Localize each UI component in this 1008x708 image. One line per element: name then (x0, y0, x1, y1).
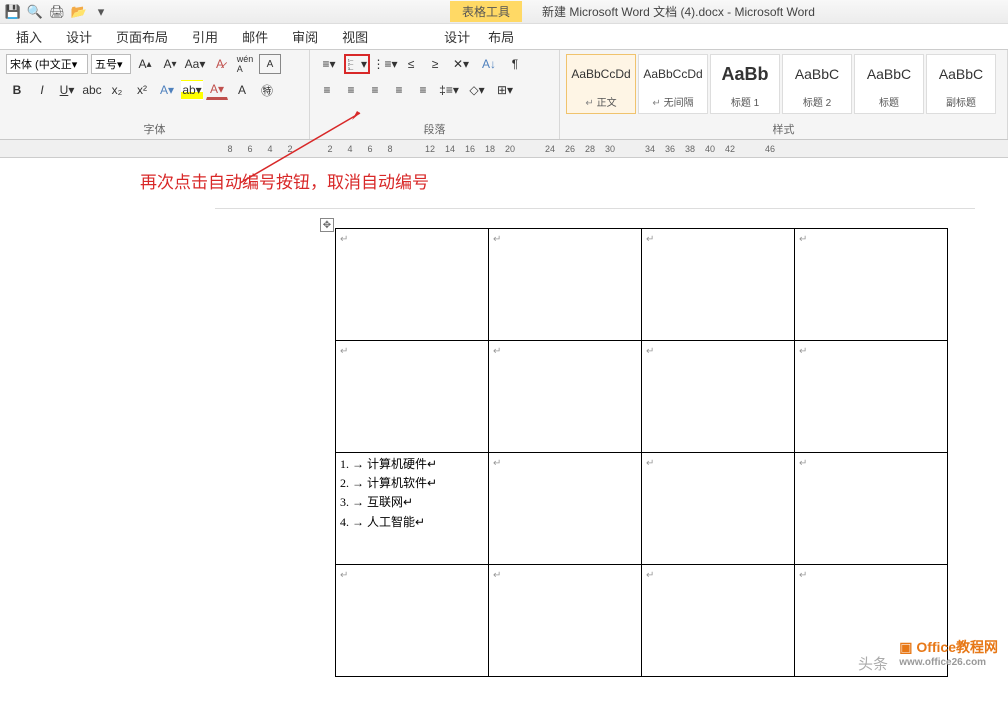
change-case-button[interactable]: Aa▾ (184, 54, 206, 74)
table-cell[interactable]: ↵ (795, 341, 948, 453)
tab-insert[interactable]: 插入 (16, 27, 42, 46)
tab-view[interactable]: 视图 (342, 27, 368, 46)
table-row: ↵ ↵ ↵ ↵ (336, 565, 948, 677)
tab-review[interactable]: 审阅 (292, 27, 318, 46)
table-cell[interactable]: ↵ (336, 229, 489, 341)
tab-references[interactable]: 引用 (192, 27, 218, 46)
table-cell[interactable]: ↵ (642, 453, 795, 565)
styles-gallery[interactable]: AaBbCcDd 正文 AaBbCcDd 无间隔 AaBb 标题 1 AaBbC… (566, 54, 1001, 114)
watermark-office: ▣ Office教程网 www.office26.com (899, 637, 998, 668)
table-cell[interactable]: ↵ (642, 341, 795, 453)
tab-design[interactable]: 设计 (66, 27, 92, 46)
borders-button[interactable]: ⊞▾ (492, 80, 518, 100)
align-left-button[interactable]: ≡ (316, 80, 338, 100)
font-group: 宋体 (中文正▾ 五号▾ A▴ A▾ Aa▾ A̷ wénA A B I U▾ … (0, 50, 310, 139)
table-cell[interactable]: ↵ (795, 229, 948, 341)
numbering-button[interactable]: 1—2—3—▾ (344, 54, 370, 74)
increase-indent-button[interactable]: ≥ (424, 54, 446, 74)
justify-button[interactable]: ≡ (388, 80, 410, 100)
shrink-font-button[interactable]: A▾ (159, 54, 181, 74)
table-tools-label: 表格工具 (450, 1, 522, 22)
enclose-characters-button[interactable]: ㊕ (256, 80, 278, 100)
align-right-button[interactable]: ≡ (364, 80, 386, 100)
style-subtitle[interactable]: AaBbC 副标题 (926, 54, 996, 114)
table-cell-with-list[interactable]: 1. → 计算机硬件↵ 2. → 计算机软件↵ 3. → 互联网↵ 4. → 人… (336, 453, 489, 565)
svg-text:2—: 2— (348, 63, 354, 67)
strikethrough-button[interactable]: abc (81, 80, 103, 100)
show-hide-button[interactable]: ¶ (504, 54, 526, 74)
asian-layout-button[interactable]: ✕▾ (448, 54, 474, 74)
line-spacing-button[interactable]: ‡≡▾ (436, 80, 462, 100)
table-cell[interactable]: ↵ (336, 565, 489, 677)
table-cell[interactable]: ↵ (489, 229, 642, 341)
phonetic-guide-button[interactable]: wénA (234, 54, 256, 74)
align-center-button[interactable]: ≡ (340, 80, 362, 100)
annotation-text: 再次点击自动编号按钮，取消自动编号 (140, 168, 429, 193)
table-cell[interactable]: ↵ (795, 453, 948, 565)
table-move-handle-icon[interactable]: ✥ (320, 218, 334, 232)
underline-button[interactable]: U▾ (56, 80, 78, 100)
watermark-toutiao: 头条 (858, 653, 888, 674)
table-cell[interactable]: ↵ (642, 565, 795, 677)
grow-font-button[interactable]: A▴ (134, 54, 156, 74)
table-cell[interactable]: ↵ (336, 341, 489, 453)
tab-pagelayout[interactable]: 页面布局 (116, 27, 168, 46)
table-cell[interactable]: ↵ (642, 229, 795, 341)
text-effects-button[interactable]: A▾ (156, 80, 178, 100)
tab-table-design[interactable]: 设计 (444, 27, 470, 46)
superscript-button[interactable]: x² (131, 80, 153, 100)
bold-button[interactable]: B (6, 80, 28, 100)
title-bar: 💾 🔍 🖨 📂 ▾ 表格工具 新建 Microsoft Word 文档 (4).… (0, 0, 1008, 24)
open-icon[interactable]: 📂 (70, 3, 88, 21)
print-preview-icon[interactable]: 🔍 (26, 3, 44, 21)
style-heading2[interactable]: AaBbC 标题 2 (782, 54, 852, 114)
ribbon: 宋体 (中文正▾ 五号▾ A▴ A▾ Aa▾ A̷ wénA A B I U▾ … (0, 50, 1008, 140)
table-cell[interactable]: ↵ (489, 565, 642, 677)
character-border-button[interactable]: A (259, 54, 281, 74)
quick-access-toolbar: 💾 🔍 🖨 📂 ▾ (4, 3, 110, 21)
style-heading1[interactable]: AaBb 标题 1 (710, 54, 780, 114)
font-size-combo[interactable]: 五号▾ (91, 54, 131, 74)
table-row: ↵ ↵ ↵ ↵ (336, 341, 948, 453)
bullets-button[interactable]: ≡▾ (316, 54, 342, 74)
table-row: ↵ ↵ ↵ ↵ (336, 229, 948, 341)
table-cell[interactable]: ↵ (489, 341, 642, 453)
svg-text:1—: 1— (348, 58, 354, 62)
shading-button[interactable]: ◇▾ (464, 80, 490, 100)
paragraph-group-label: 段落 (310, 121, 559, 137)
subscript-button[interactable]: x₂ (106, 80, 128, 100)
document-area[interactable]: 再次点击自动编号按钮，取消自动编号 ✥ ↵ ↵ ↵ ↵ ↵ ↵ ↵ ↵ 1. →… (0, 158, 1008, 686)
styles-group-label: 样式 (560, 121, 1007, 137)
paragraph-group: ≡▾ 1—2—3—▾ ⋮≡▾ ≤ ≥ ✕▾ A↓ ¶ ≡ ≡ ≡ ≡ ≡ ‡≡▾… (310, 50, 560, 139)
qat-dropdown-icon[interactable]: ▾ (92, 3, 110, 21)
svg-text:3—: 3— (348, 67, 354, 71)
table-cell[interactable]: ↵ (489, 453, 642, 565)
sort-button[interactable]: A↓ (476, 54, 502, 74)
font-group-label: 字体 (0, 121, 309, 137)
clear-formatting-button[interactable]: A̷ (209, 54, 231, 74)
font-color-button[interactable]: A▾ (206, 80, 228, 100)
ribbon-tabs: 插入 设计 页面布局 引用 邮件 审阅 视图 设计 布局 (0, 24, 1008, 50)
highlight-button[interactable]: ab▾ (181, 80, 203, 100)
distributed-button[interactable]: ≡ (412, 80, 434, 100)
print-icon[interactable]: 🖨 (48, 3, 66, 21)
multilevel-list-button[interactable]: ⋮≡▾ (372, 54, 398, 74)
save-icon[interactable]: 💾 (4, 3, 22, 21)
style-normal[interactable]: AaBbCcDd 正文 (566, 54, 636, 114)
table-row: 1. → 计算机硬件↵ 2. → 计算机软件↵ 3. → 互联网↵ 4. → 人… (336, 453, 948, 565)
word-table[interactable]: ↵ ↵ ↵ ↵ ↵ ↵ ↵ ↵ 1. → 计算机硬件↵ 2. → 计算机软件↵ … (335, 228, 948, 677)
style-title[interactable]: AaBbC 标题 (854, 54, 924, 114)
tab-table-layout[interactable]: 布局 (488, 27, 514, 46)
character-shading-button[interactable]: A (231, 80, 253, 100)
tab-mailings[interactable]: 邮件 (242, 27, 268, 46)
decrease-indent-button[interactable]: ≤ (400, 54, 422, 74)
italic-button[interactable]: I (31, 80, 53, 100)
document-title: 新建 Microsoft Word 文档 (4).docx - Microsof… (542, 3, 815, 20)
horizontal-ruler[interactable]: 86422468121416182024262830343638404246 (0, 140, 1008, 158)
styles-group: AaBbCcDd 正文 AaBbCcDd 无间隔 AaBb 标题 1 AaBbC… (560, 50, 1008, 139)
style-nospacing[interactable]: AaBbCcDd 无间隔 (638, 54, 708, 114)
font-name-combo[interactable]: 宋体 (中文正▾ (6, 54, 88, 74)
